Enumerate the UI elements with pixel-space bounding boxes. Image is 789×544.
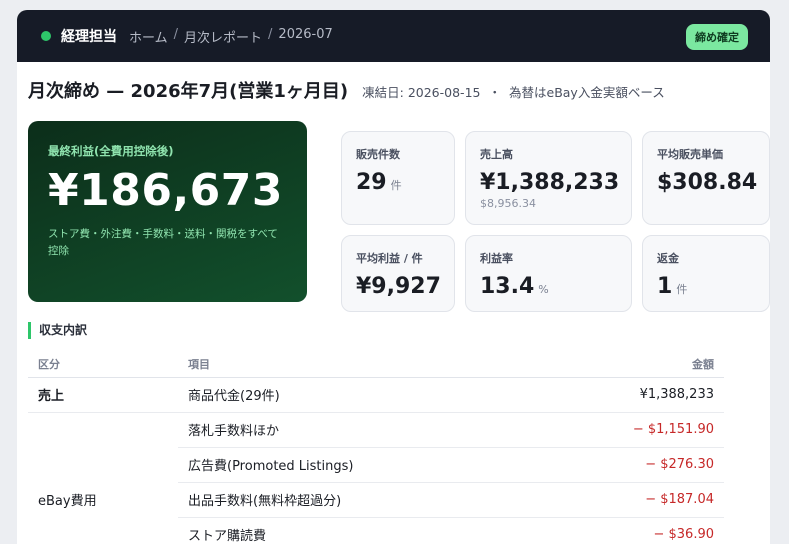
stat-label: 販売件数 bbox=[356, 148, 400, 161]
row-item: ストア購読費 bbox=[178, 517, 538, 544]
stat-number: 13.4 bbox=[480, 274, 535, 299]
column-header-category: 区分 bbox=[28, 352, 178, 378]
breakdown-table: 区分 項目 金額 売上 商品代金(29件) ¥1,388,233 落札手数料ほか… bbox=[28, 352, 724, 544]
table-row: 売上 商品代金(29件) ¥1,388,233 bbox=[28, 377, 724, 413]
column-header-item: 項目 bbox=[178, 352, 538, 378]
top-bar: 経理担当 ホーム / 月次レポート / 2026-07 締め確定 bbox=[17, 10, 770, 62]
row-category bbox=[28, 447, 178, 482]
final-profit-card: 最終利益(全費用控除後) ¥186,673 ストア費・外注費・手数料・送料・関税… bbox=[28, 121, 307, 302]
stat-value: 1件 bbox=[657, 274, 755, 299]
page-title: 月次締め — 2026年7月(営業1ヶ月目) bbox=[28, 81, 349, 102]
final-profit-note: ストア費・外注費・手数料・送料・関税をすべて控除 bbox=[48, 228, 278, 257]
table-row: 落札手数料ほか − $1,151.90 bbox=[28, 412, 724, 448]
stat-value: 29 件 bbox=[356, 170, 440, 195]
row-item: 商品代金(29件) bbox=[178, 377, 538, 413]
stat-refunds: 返金 1件 bbox=[642, 235, 770, 312]
stat-value: ¥1,388,233 bbox=[480, 170, 620, 195]
stat-label: 返金 bbox=[657, 252, 679, 265]
breadcrumb-current: 2026-07 bbox=[278, 26, 333, 42]
role-label: 経理担当 bbox=[61, 29, 117, 45]
meta-separator: ・ bbox=[488, 85, 501, 100]
stat-number: 1 bbox=[657, 274, 673, 299]
row-category bbox=[28, 412, 178, 447]
status-dot-icon bbox=[41, 31, 51, 41]
stat-number: 29 bbox=[356, 170, 387, 195]
stat-label: 売上高 bbox=[480, 148, 513, 161]
stat-avg-profit: 平均利益 / 件 ¥9,927 bbox=[341, 235, 455, 312]
stat-sub: $8,956.34 bbox=[480, 197, 536, 210]
breadcrumb-monthly-report[interactable]: 月次レポート bbox=[184, 27, 262, 46]
stat-label: 平均利益 / 件 bbox=[356, 252, 423, 265]
stat-unit: % bbox=[538, 283, 549, 296]
row-category bbox=[28, 517, 178, 544]
table-row: 広告費(Promoted Listings) − $276.30 bbox=[28, 447, 724, 483]
stat-sales-count: 販売件数 29 件 bbox=[341, 131, 455, 225]
stat-avg-price: 平均販売単価 $308.84 bbox=[642, 131, 770, 225]
stat-label: 平均販売単価 bbox=[657, 148, 723, 161]
stat-label: 利益率 bbox=[480, 252, 513, 265]
row-item: 出品手数料(無料枠超過分) bbox=[178, 482, 538, 518]
stat-value: 13.4% bbox=[480, 274, 617, 299]
fx-note: 為替はeBay入金実額ベース bbox=[509, 85, 665, 100]
row-item: 広告費(Promoted Listings) bbox=[178, 447, 538, 483]
row-amount: − $36.90 bbox=[537, 517, 724, 544]
breadcrumb-separator: / bbox=[173, 26, 179, 42]
stat-value: ¥9,927 bbox=[356, 274, 441, 299]
frozen-date: 凍結日: 2026-08-15 bbox=[362, 85, 481, 100]
row-amount: − $276.30 bbox=[537, 447, 724, 483]
table-row: ストア購読費 − $36.90 bbox=[28, 517, 724, 544]
stat-unit: 件 bbox=[676, 283, 688, 296]
breadcrumb: ホーム / 月次レポート / 2026-07 bbox=[129, 27, 333, 46]
page-meta: 凍結日: 2026-08-15 ・ 為替はeBay入金実額ベース bbox=[362, 82, 665, 101]
final-profit-value: ¥186,673 bbox=[48, 165, 284, 216]
stat-value: $308.84 bbox=[657, 170, 758, 195]
row-amount: − $187.04 bbox=[537, 482, 724, 518]
row-item: 落札手数料ほか bbox=[178, 412, 538, 448]
stat-revenue: 売上高 ¥1,388,233 $8,956.34 bbox=[465, 131, 632, 225]
final-profit-label: 最終利益(全費用控除後) bbox=[48, 144, 174, 158]
row-category: 売上 bbox=[28, 377, 178, 413]
row-amount: ¥1,388,233 bbox=[537, 377, 724, 413]
breadcrumb-home[interactable]: ホーム bbox=[129, 27, 168, 46]
table-row: eBay費用 出品手数料(無料枠超過分) − $187.04 bbox=[28, 482, 724, 518]
row-amount: − $1,151.90 bbox=[537, 412, 724, 448]
row-category: eBay費用 bbox=[38, 494, 97, 509]
page-title-row: 月次締め — 2026年7月(営業1ヶ月目) 凍結日: 2026-08-15 ・… bbox=[28, 77, 665, 103]
breadcrumb-separator: / bbox=[268, 26, 273, 42]
section-title: 収支内訳 bbox=[28, 322, 87, 339]
stat-unit: 件 bbox=[390, 179, 402, 192]
status-badge: 締め確定 bbox=[686, 24, 748, 50]
stat-margin: 利益率 13.4% bbox=[465, 235, 632, 312]
column-header-amount: 金額 bbox=[537, 352, 724, 378]
table-header-row: 区分 項目 金額 bbox=[28, 352, 724, 378]
